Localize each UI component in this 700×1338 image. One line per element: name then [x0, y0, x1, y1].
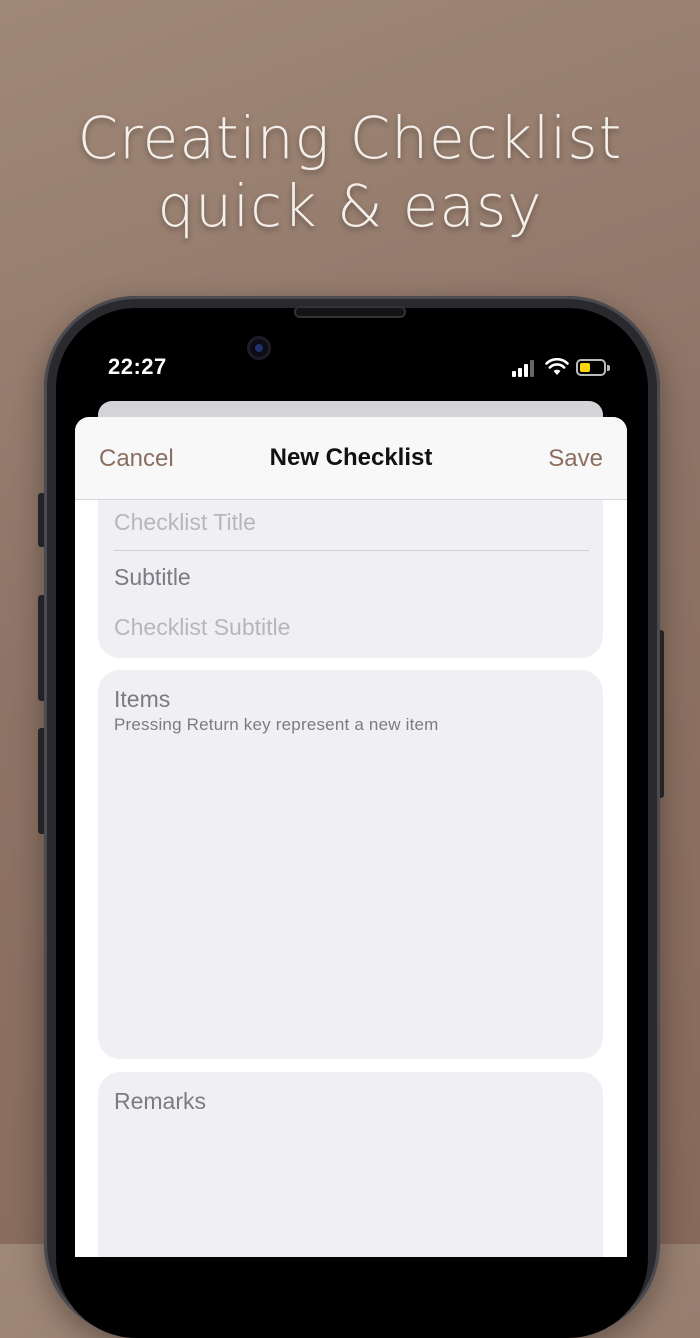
items-group[interactable]: Items Pressing Return key represent a ne… — [98, 670, 603, 1059]
items-hint: Pressing Return key represent a new item — [114, 715, 439, 734]
save-button[interactable]: Save — [548, 445, 603, 473]
title-subtitle-group: Checklist Title Subtitle Checklist Subti… — [98, 477, 603, 658]
battery-level — [580, 363, 590, 372]
sheet-title: New Checklist — [269, 444, 433, 471]
field-divider — [114, 550, 589, 551]
earpiece-speaker — [294, 306, 406, 318]
remarks-label: Remarks — [114, 1088, 207, 1114]
status-time: 22:27 — [108, 354, 167, 379]
items-label: Items — [114, 686, 171, 712]
remarks-group[interactable]: Remarks — [98, 1072, 603, 1257]
subtitle-label: Subtitle — [114, 564, 191, 590]
checklist-subtitle-input[interactable]: Checklist Subtitle — [114, 614, 290, 641]
promo-headline: Creating Checklist quick & easy — [0, 104, 700, 240]
checklist-title-input[interactable]: Checklist Title — [114, 509, 256, 536]
wifi-icon — [545, 358, 569, 375]
cellular-signal-icon — [512, 360, 538, 377]
battery-cap — [607, 365, 610, 371]
headline-line-1: Creating Checklist — [77, 104, 623, 172]
sheet-navbar: Cancel New Checklist Save — [75, 417, 627, 500]
front-camera-icon — [247, 336, 271, 360]
battery-icon — [576, 359, 606, 376]
new-checklist-sheet: Checklist Title Subtitle Checklist Subti… — [75, 417, 627, 1257]
headline-line-2: quick & easy — [157, 172, 543, 240]
